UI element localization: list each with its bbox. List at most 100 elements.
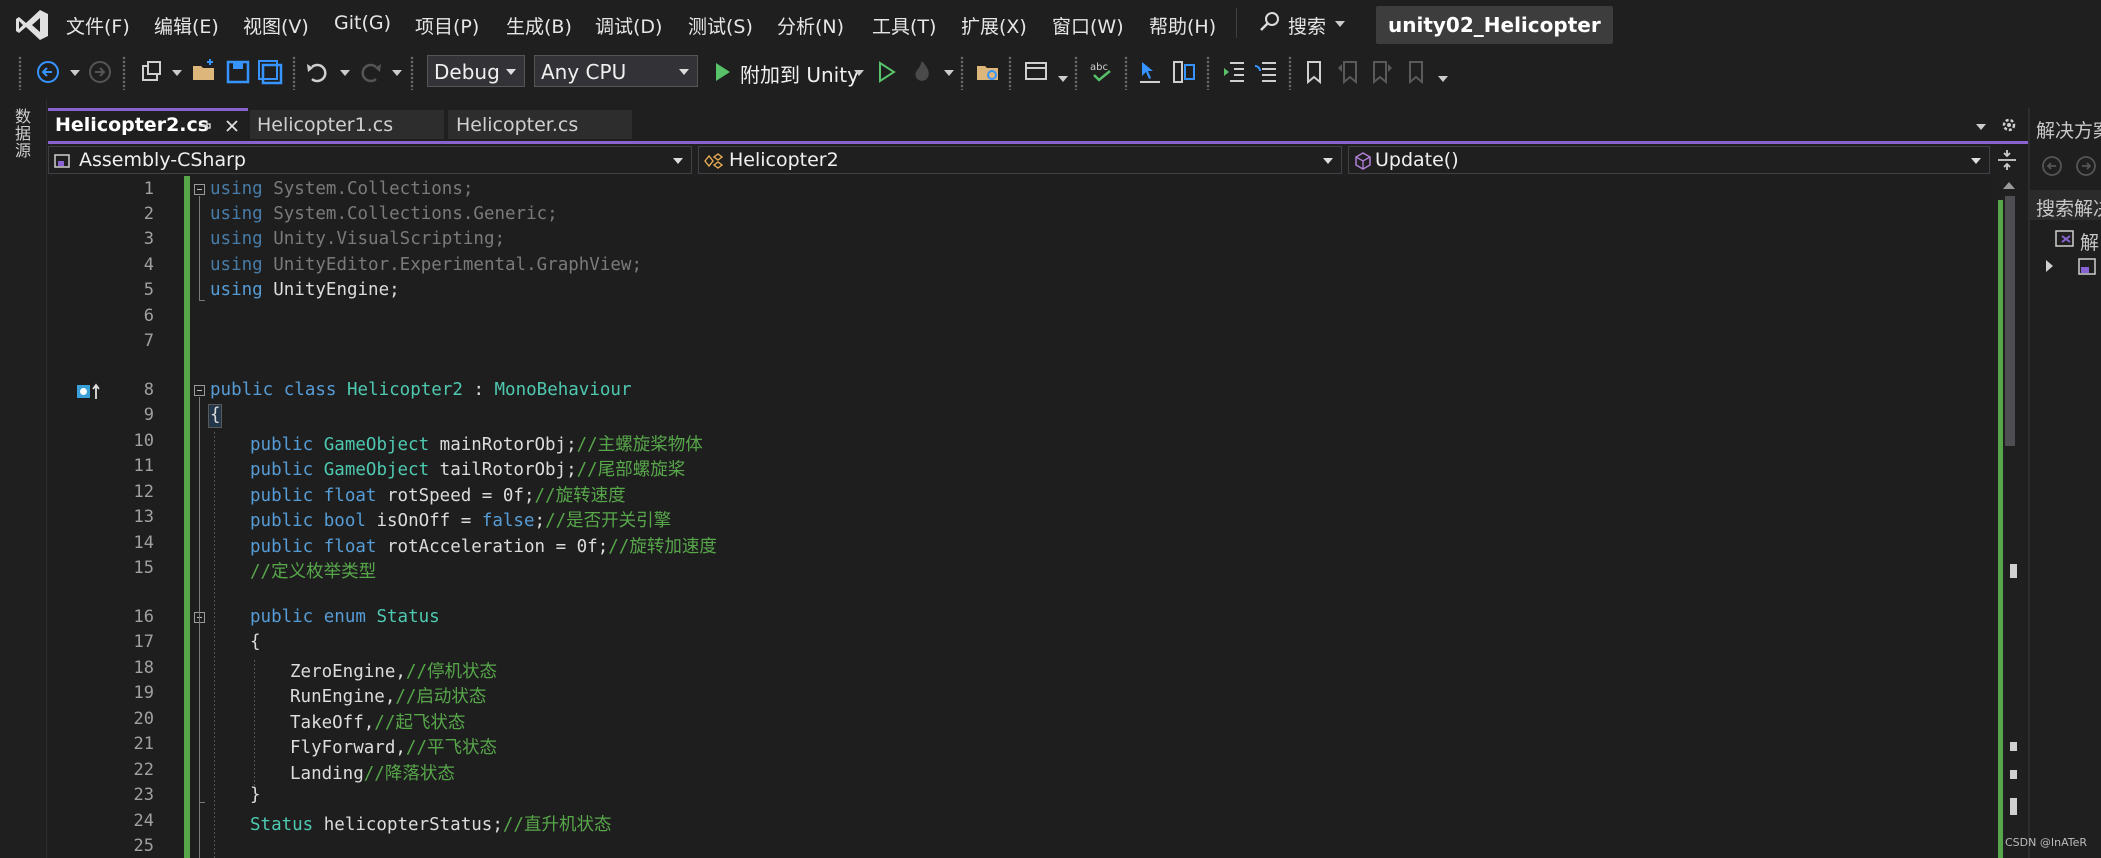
toolbar-grip[interactable] [1206,56,1210,90]
type-name: Status [250,815,314,835]
code-line-18[interactable]: ZeroEngine,//停机状态 [290,658,497,683]
bookmark-icon[interactable] [1300,58,1328,86]
search-icon[interactable] [1258,10,1282,34]
menu-file[interactable]: 文件(F) [66,12,130,39]
menu-view[interactable]: 视图(V) [243,12,309,39]
undo-chevron-down-icon[interactable] [340,70,350,76]
code-line-20[interactable]: TakeOff,//起飞状态 [290,709,465,734]
close-icon[interactable] [224,118,240,134]
menu-debug[interactable]: 调试(D) [595,12,662,39]
expand-chevron-icon[interactable] [2046,260,2053,272]
code-line-2[interactable]: using System.Collections.Generic; [210,204,558,224]
keyword: float [323,486,377,506]
data-sources-tab[interactable]: 数据源 [12,108,33,159]
code-line-17[interactable]: { [250,632,261,652]
code-line-22[interactable]: Landing//降落状态 [290,760,455,785]
menu-extensions[interactable]: 扩展(X) [961,12,1027,39]
attach-chevron-down-icon[interactable] [854,70,864,76]
code-line-5[interactable]: using UnityEngine; [210,280,400,300]
code-line-21[interactable]: FlyForward,//平飞状态 [290,734,497,759]
code-line-14[interactable]: public float rotAcceleration = 0f;//旋转加速… [250,533,717,558]
member-select[interactable]: Update() [1348,146,1990,174]
fold-toggle-icon[interactable] [194,385,205,396]
pin-icon[interactable] [196,118,212,134]
save-all-icon[interactable] [256,58,284,86]
toolbar-grip[interactable] [1288,56,1292,90]
toolbar-grip[interactable] [18,56,22,90]
project-select[interactable]: Assembly-CSharp [48,146,692,174]
toolbar-grip[interactable] [292,56,296,90]
code-line-4[interactable]: using UnityEditor.Experimental.GraphView… [210,255,642,275]
menu-project[interactable]: 项目(P) [415,12,479,39]
back-chevron-down-icon[interactable] [70,70,80,76]
layout-chevron-down-icon[interactable] [1058,76,1068,82]
undo-icon[interactable] [304,58,332,86]
toolbar-grip[interactable] [410,56,414,90]
attach-to-unity-button[interactable]: 附加到 Unity [740,59,859,88]
split-window-icon[interactable] [1996,148,2018,172]
start-debugging-play-icon[interactable] [708,58,736,86]
scroll-up-arrow-icon[interactable] [2003,182,2015,189]
class-icon [704,153,724,169]
gear-icon[interactable] [2000,116,2018,134]
save-icon[interactable] [224,58,252,86]
scrollbar-thumb[interactable] [2005,196,2015,446]
toolbar-grip[interactable] [1074,56,1078,90]
unity-message-icon[interactable] [76,383,102,401]
code-line-13[interactable]: public bool isOnOff = false;//是否开关引擎 [250,507,671,532]
type-select[interactable]: Helicopter2 [698,146,1342,174]
layout-window-icon[interactable] [1022,58,1050,86]
new-chevron-down-icon[interactable] [172,70,182,76]
open-folder-icon[interactable] [190,58,218,86]
step-into-cursor-icon[interactable] [1136,58,1164,86]
code-line-3[interactable]: using Unity.VisualScripting; [210,229,505,249]
toolbar-grip[interactable] [1008,56,1012,90]
menu-analyze[interactable]: 分析(N) [777,12,844,39]
visual-studio-logo-icon[interactable] [14,8,50,42]
solution-platform-select[interactable]: Any CPU [534,55,698,87]
browse-folder-icon[interactable] [974,58,1002,86]
menu-test[interactable]: 测试(S) [688,12,753,39]
menu-window[interactable]: 窗口(W) [1052,12,1124,39]
code-line-9[interactable]: { [210,405,221,425]
toolbar-grip[interactable] [122,56,126,90]
menu-help[interactable]: 帮助(H) [1149,12,1216,39]
code-line-12[interactable]: public float rotSpeed = 0f;//旋转速度 [250,482,626,507]
code-line-8[interactable]: public class Helicopter2 : MonoBehaviour [210,380,631,400]
tab-list-chevron-down-icon[interactable] [1976,124,1986,130]
code-line-24[interactable]: Status helicopterStatus;//直升机状态 [250,811,611,836]
class-view-icon[interactable] [1170,58,1198,86]
code-line-16[interactable]: public enum Status [250,607,440,627]
code-line-11[interactable]: public GameObject tailRotorObj;//尾部螺旋桨 [250,456,685,481]
spell-check-icon[interactable]: abc [1088,58,1116,86]
csharp-project-icon [2078,258,2096,275]
solution-explorer-title[interactable]: 解决方案 [2036,116,2101,143]
search-chevron-down-icon[interactable] [1335,21,1345,27]
menu-git[interactable]: Git(G) [334,12,391,34]
toolbar-overflow-chevron-icon[interactable] [1438,76,1448,82]
fold-toggle-icon[interactable] [194,184,205,195]
solution-node-label[interactable]: 解 [2080,228,2099,255]
navigate-back-icon[interactable] [34,58,62,86]
toolbar-grip[interactable] [1124,56,1128,90]
increase-indent-icon[interactable] [1220,58,1248,86]
menu-tools[interactable]: 工具(T) [872,12,936,39]
code-line-10[interactable]: public GameObject mainRotorObj;//主螺旋桨物体 [250,431,703,456]
new-project-icon[interactable] [138,58,166,86]
code-line-15[interactable]: //定义枚举类型 [250,558,376,583]
tab-label[interactable]: Helicopter1.cs [257,114,393,136]
menu-edit[interactable]: 编辑(E) [154,12,219,39]
code-line-23[interactable]: } [250,785,261,805]
solution-configuration-select[interactable]: Debug [427,55,525,87]
search-label[interactable]: 搜索 [1288,12,1326,39]
tab-label[interactable]: Helicopter2.cs [55,114,209,136]
menu-build[interactable]: 生成(B) [506,12,572,39]
code-line-19[interactable]: RunEngine,//启动状态 [290,683,486,708]
toolbar-grip[interactable] [960,56,964,90]
tab-label[interactable]: Helicopter.cs [456,114,578,136]
code-line-1[interactable]: using System.Collections; [210,179,473,199]
comment-out-icon[interactable] [1252,58,1280,86]
start-without-debugging-icon[interactable] [872,58,900,86]
project-title[interactable]: unity02_Helicopter [1376,6,1613,44]
